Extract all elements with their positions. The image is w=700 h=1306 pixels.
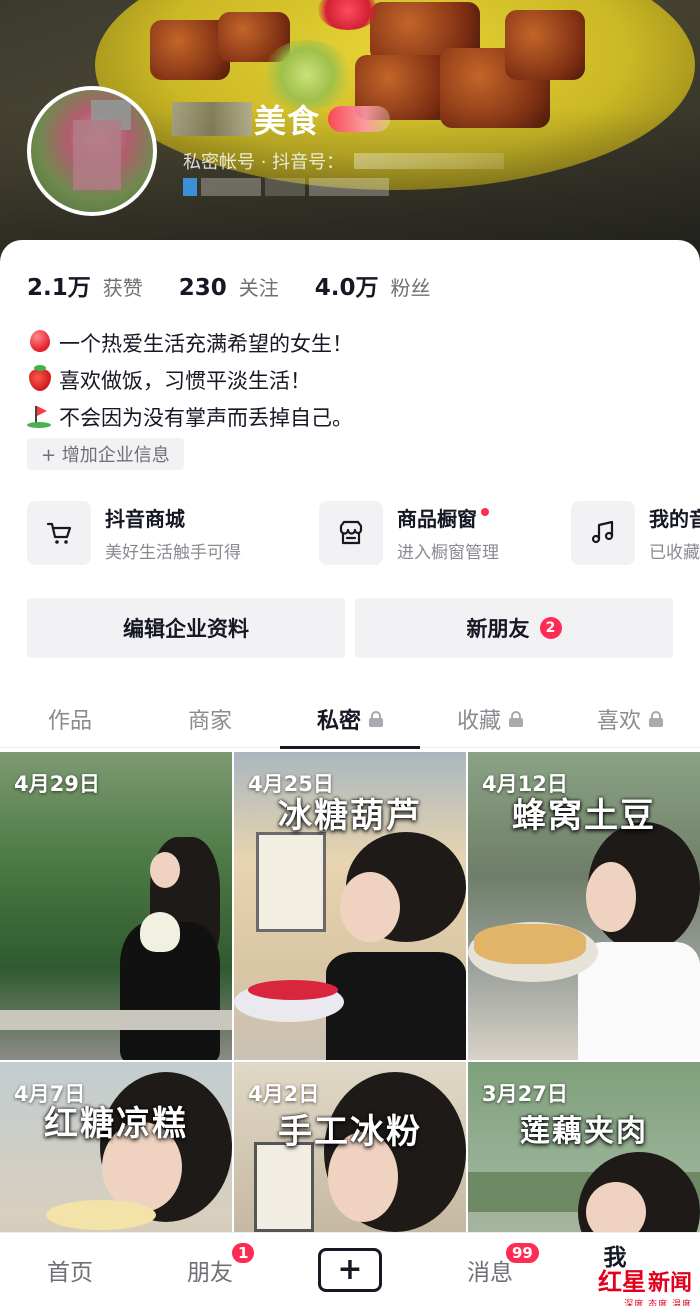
lock-icon (509, 711, 523, 727)
service-title: 我的音 (649, 507, 700, 531)
service-subtitle: 美好生活触手可得 (105, 543, 241, 563)
tab-favorites[interactable]: 收藏 (420, 690, 560, 748)
new-friends-button[interactable]: 新朋友 2 (355, 598, 673, 658)
new-friends-badge: 2 (539, 617, 562, 639)
strawberry-icon (27, 364, 53, 393)
music-note-icon (571, 501, 635, 565)
news-watermark-logo: 红星 新闻 深度 态度 温度 (597, 1267, 692, 1306)
golf-flag-icon (27, 404, 53, 430)
tab-label: 收藏 (456, 709, 501, 734)
stat-number: 4.0万 (314, 275, 379, 301)
stat-number: 2.1万 (27, 275, 91, 301)
service-title: 商品橱窗 (397, 507, 477, 531)
video-grid: 4月29日 4月25日 冰糖葫芦 4月12日 蜂窝土豆 4月7日 红糖凉糕 4月… (0, 752, 700, 1306)
services-row: 抖音商城 美好生活触手可得 商品橱窗 进入橱窗管理 我的音 已收藏 (27, 500, 700, 570)
tab-label: 喜欢 (596, 709, 641, 734)
nav-label: 首页 (47, 1260, 93, 1286)
nav-create[interactable]: + (280, 1233, 420, 1306)
stat-number: 230 (178, 275, 227, 301)
service-douyin-mall[interactable]: 抖音商城 美好生活触手可得 (27, 500, 241, 566)
video-title: 蜂窝土豆 (512, 796, 656, 836)
stat-label: 关注 (238, 276, 279, 300)
service-my-music[interactable]: 我的音 已收藏 (571, 500, 700, 566)
video-title: 手工冰粉 (278, 1112, 422, 1152)
tab-label: 商家 (187, 709, 232, 734)
video-date: 3月27日 (482, 1082, 568, 1106)
messages-badge: 99 (504, 1241, 541, 1265)
balloon-icon (27, 329, 53, 356)
video-thumbnail[interactable]: 4月25日 冰糖葫芦 (234, 752, 466, 1060)
profile-tabs: 作品 商家 私密 收藏 喜欢 (0, 690, 700, 749)
tab-merchant[interactable]: 商家 (140, 690, 280, 748)
name-mosaic (172, 102, 252, 136)
stat-followers[interactable]: 4.0万 粉丝 (315, 268, 431, 302)
stat-likes[interactable]: 2.1万 获赞 (27, 268, 143, 302)
stat-label: 粉丝 (390, 276, 431, 300)
tab-label: 作品 (47, 709, 92, 734)
bio-text: 喜欢做饭，习惯平淡生活！ (59, 368, 311, 393)
video-thumbnail[interactable]: 4月12日 蜂窝土豆 (468, 752, 700, 1060)
add-business-info-button[interactable]: + 增加企业信息 (27, 438, 184, 470)
bio: 一个热爱生活充满希望的女生！ 喜欢做饭，习惯平淡生活！ 不会因为没有掌声而丢掉自… (27, 324, 353, 435)
avatar[interactable] (27, 86, 157, 216)
account-label: 私密帐号 · 抖音号： (183, 152, 345, 173)
nav-label: 朋友 (187, 1260, 233, 1286)
location-mosaic (183, 178, 443, 198)
bio-line: 喜欢做饭，习惯平淡生活！ (27, 361, 353, 398)
verified-badge (328, 106, 391, 132)
video-title: 莲藕夹肉 (520, 1114, 648, 1149)
service-subtitle: 已收藏 (649, 543, 700, 563)
video-title: 冰糖葫芦 (278, 796, 422, 836)
service-subtitle: 进入橱窗管理 (397, 543, 499, 563)
bio-line: 不会因为没有掌声而丢掉自己。 (27, 398, 353, 435)
nav-friends[interactable]: 朋友 1 (140, 1233, 280, 1306)
stat-label: 获赞 (102, 276, 143, 300)
service-title: 抖音商城 (105, 507, 185, 531)
tab-works[interactable]: 作品 (0, 690, 140, 748)
service-shop-window[interactable]: 商品橱窗 进入橱窗管理 (319, 500, 499, 566)
profile-name: 美食 (172, 96, 391, 142)
edit-business-profile-button[interactable]: 编辑企业资料 (27, 598, 345, 658)
new-friends-label: 新朋友 (466, 617, 530, 641)
video-date: 4月29日 (14, 772, 100, 796)
stats-row: 2.1万 获赞 230 关注 4.0万 粉丝 (27, 268, 467, 302)
cart-icon (27, 501, 91, 565)
tab-private[interactable]: 私密 (280, 690, 420, 749)
lock-icon (369, 711, 383, 727)
bio-line: 一个热爱生活充满希望的女生！ (27, 324, 353, 361)
lock-icon (649, 711, 663, 727)
notification-dot (481, 507, 489, 516)
shop-icon (319, 501, 383, 565)
video-thumbnail[interactable]: 4月29日 (0, 752, 232, 1060)
action-buttons: 编辑企业资料 新朋友 2 (27, 598, 673, 658)
account-id-mosaic (354, 153, 505, 169)
bio-text: 一个热爱生活充满希望的女生！ (59, 331, 353, 356)
bio-text: 不会因为没有掌声而丢掉自己。 (59, 405, 353, 430)
nav-messages[interactable]: 消息 99 (420, 1233, 560, 1306)
tab-label: 私密 (316, 709, 361, 734)
profile-name-text: 美食 (254, 102, 321, 140)
tab-likes[interactable]: 喜欢 (560, 690, 700, 748)
plus-icon: + (318, 1248, 382, 1292)
friends-badge: 1 (230, 1241, 257, 1265)
nav-home[interactable]: 首页 (0, 1233, 140, 1306)
video-title: 红糖凉糕 (44, 1104, 188, 1144)
stat-following[interactable]: 230 关注 (179, 272, 279, 301)
account-id-row: 私密帐号 · 抖音号： (183, 148, 505, 174)
